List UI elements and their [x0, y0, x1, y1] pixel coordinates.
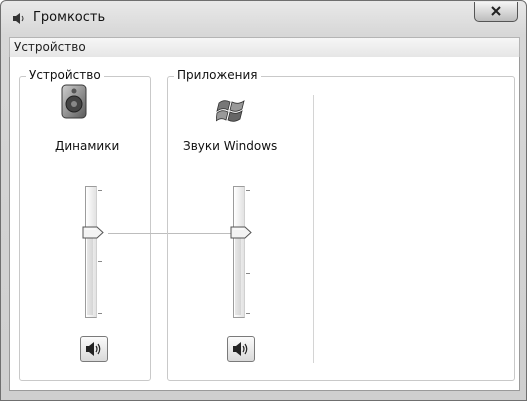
volume-mixer-window: Громкость Устройство Устройство Динамики…	[0, 0, 527, 401]
device-tick	[98, 190, 102, 191]
close-button[interactable]	[474, 2, 518, 22]
speaker-volume-icon	[86, 342, 101, 356]
device-group-label: Устройство	[26, 68, 104, 82]
device-volume-fill	[87, 231, 93, 315]
window-title: Громкость	[33, 10, 106, 25]
device-tick	[98, 313, 102, 314]
speaker-icon	[59, 84, 89, 124]
device-name: Динамики	[55, 139, 120, 153]
device-tick	[98, 261, 102, 262]
menu-device[interactable]: Устройство	[14, 40, 86, 54]
menu-bar: Устройство	[9, 37, 520, 58]
app-tick	[246, 313, 250, 314]
device-volume-track[interactable]	[85, 186, 97, 318]
volume-app-icon	[11, 10, 27, 26]
device-volume-thumb[interactable]	[82, 224, 104, 243]
device-mute-button[interactable]	[80, 336, 108, 362]
app-mute-button[interactable]	[227, 336, 255, 362]
app-volume-thumb[interactable]	[230, 224, 252, 243]
app-volume-fill	[235, 231, 241, 315]
title-bar[interactable]: Громкость	[1, 1, 526, 37]
app-tick	[246, 190, 250, 191]
app-column-separator	[313, 95, 314, 363]
app-tick	[246, 273, 250, 274]
mixer-client-area: Устройство Динамики Приложения Звуки Win…	[9, 57, 520, 391]
speaker-volume-icon	[233, 342, 248, 356]
close-icon	[491, 6, 501, 16]
windows-flag-icon	[215, 97, 248, 129]
applications-group-label: Приложения	[174, 68, 261, 82]
app-volume-track[interactable]	[233, 186, 245, 318]
app-name: Звуки Windows	[183, 139, 278, 153]
